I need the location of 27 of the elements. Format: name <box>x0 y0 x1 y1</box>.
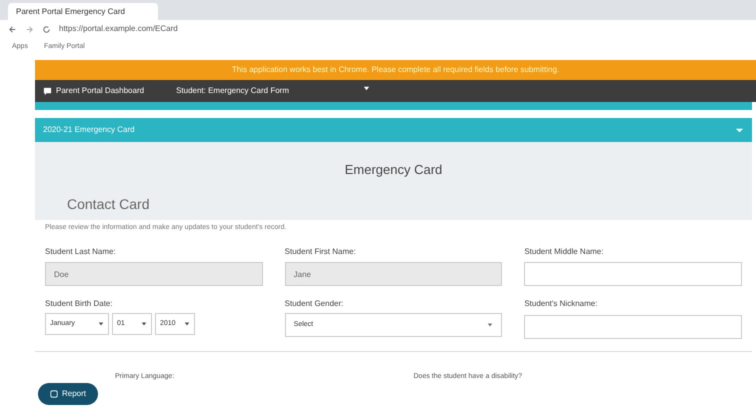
nav-brand[interactable]: Parent Portal Dashboard <box>56 85 144 97</box>
field-label: Student Birth Date: <box>45 298 114 310</box>
reload-icon[interactable] <box>42 24 51 34</box>
card-subtitle: Contact Card <box>67 194 150 214</box>
field-label: Student Middle Name: <box>524 246 604 258</box>
field-label: Student's Nickname: <box>524 298 598 310</box>
caret-icon <box>363 85 370 92</box>
browser-tab[interactable]: Parent Portal Emergency Card <box>8 3 158 20</box>
square-icon <box>50 390 58 398</box>
text-field[interactable] <box>524 262 742 286</box>
caret-icon <box>184 321 190 327</box>
card-title: Emergency Card <box>344 161 444 179</box>
student-dropdown[interactable]: Student: Emergency Card Form <box>168 85 378 97</box>
caret-icon <box>141 321 147 327</box>
text-field[interactable] <box>524 314 742 338</box>
chat-icon <box>43 86 52 96</box>
notice-banner: This application works best in Chrome. Please complete all required fields before submitting. <box>35 60 756 80</box>
address-bar[interactable]: https://portal.example.com/ECard <box>59 23 178 35</box>
caret-icon <box>98 321 104 327</box>
field-label: Student Gender: <box>284 298 344 310</box>
caret-icon <box>487 322 494 328</box>
field-label: Student First Name: <box>284 246 357 258</box>
field-label: Student Last Name: <box>45 246 117 258</box>
report-button[interactable]: Report <box>38 383 98 405</box>
forward-icon[interactable] <box>25 24 34 34</box>
back-icon[interactable] <box>8 24 17 34</box>
chevron-icon[interactable] <box>735 126 744 134</box>
